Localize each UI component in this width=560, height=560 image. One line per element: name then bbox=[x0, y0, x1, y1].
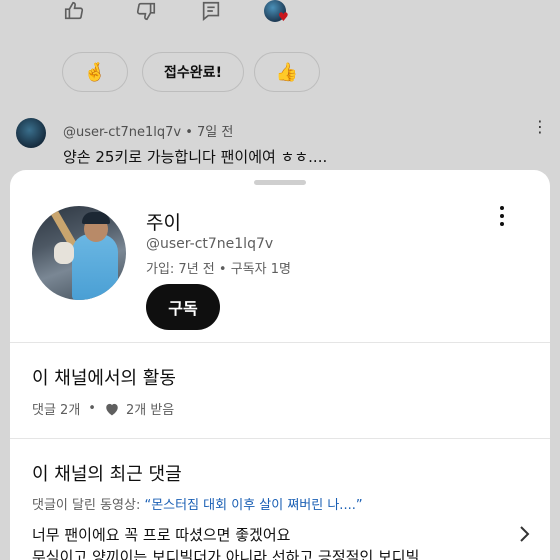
comment-count: 댓글 2개 bbox=[32, 403, 81, 418]
subscribe-button[interactable]: 구독 bbox=[146, 284, 220, 330]
recent-comment-line-2: 무식이고 양끼이는 보디빌더가 아니라 선하고 긍정적인 보디빌… bbox=[32, 548, 435, 560]
chip-label: 접수완료! bbox=[164, 65, 222, 81]
video-prefix: 댓글이 달린 동영상: bbox=[32, 498, 141, 513]
received-chip[interactable]: 접수완료! bbox=[142, 52, 244, 92]
comment-author[interactable]: @user-ct7ne1lq7v bbox=[63, 125, 181, 140]
profile-meta: 가입: 7년 전 • 구독자 1명 bbox=[146, 262, 291, 277]
activity-meta: 댓글 2개 • 2개 받음 bbox=[32, 401, 175, 418]
creator-heart-avatar: ♥ bbox=[264, 0, 289, 24]
thumbs-up-chip[interactable]: 👍 bbox=[254, 52, 320, 92]
crossed-fingers-chip[interactable]: 🤞 bbox=[62, 52, 128, 92]
subscriber-count: 구독자 1명 bbox=[230, 262, 291, 277]
activity-title: 이 채널에서의 활동 bbox=[32, 368, 176, 389]
chevron-right-icon[interactable] bbox=[518, 524, 532, 544]
channel-bottom-sheet: 주이 @user-ct7ne1lq7v 가입: 7년 전 • 구독자 1명 구독… bbox=[10, 170, 550, 560]
heart-icon bbox=[106, 403, 118, 415]
hearts-received: 2개 받음 bbox=[125, 403, 175, 418]
profile-handle: @user-ct7ne1lq7v bbox=[146, 236, 274, 252]
profile-avatar[interactable] bbox=[32, 206, 126, 300]
recent-comment-line-1: 너무 팬이에요 꼭 프로 따셨으면 좋겠어요 bbox=[32, 526, 291, 544]
commented-video: 댓글이 달린 동영상: “몬스터짐 대회 이후 살이 쪄버린 나....” bbox=[32, 494, 363, 513]
joined-text: 가입: 7년 전 bbox=[146, 262, 215, 277]
comment-icon[interactable] bbox=[199, 0, 223, 22]
more-options-icon[interactable] bbox=[494, 204, 510, 228]
thumbs-down-icon[interactable] bbox=[134, 0, 158, 22]
recent-comment[interactable]: 너무 팬이에요 꼭 프로 따셨으면 좋겠어요 무식이고 양끼이는 보디빌더가 아… bbox=[32, 524, 502, 560]
comment-text: 양손 25키로 가능합니다 팬이에여 ㅎㅎ.... bbox=[63, 148, 328, 166]
comment-header: @user-ct7ne1lq7v • 7일 전 bbox=[63, 125, 234, 140]
comment-more-icon[interactable]: ⋮ bbox=[532, 119, 548, 144]
crossed-fingers-icon: 🤞 bbox=[83, 61, 107, 83]
thumbs-up-icon[interactable] bbox=[62, 0, 86, 22]
divider bbox=[10, 438, 550, 439]
recent-comments-title: 이 채널의 최근 댓글 bbox=[32, 464, 182, 485]
drag-handle[interactable] bbox=[254, 180, 306, 185]
heart-icon: ♥ bbox=[278, 10, 289, 24]
comment-time: 7일 전 bbox=[197, 125, 234, 140]
comment-avatar[interactable] bbox=[16, 118, 46, 148]
video-title-link[interactable]: “몬스터짐 대회 이후 살이 쪄버린 나....” bbox=[144, 498, 362, 513]
divider bbox=[10, 342, 550, 343]
thumbs-up-emoji-icon: 👍 bbox=[275, 61, 299, 83]
profile-name: 주이 bbox=[146, 212, 181, 234]
comment-actions-bar: ♥ bbox=[0, 0, 560, 26]
